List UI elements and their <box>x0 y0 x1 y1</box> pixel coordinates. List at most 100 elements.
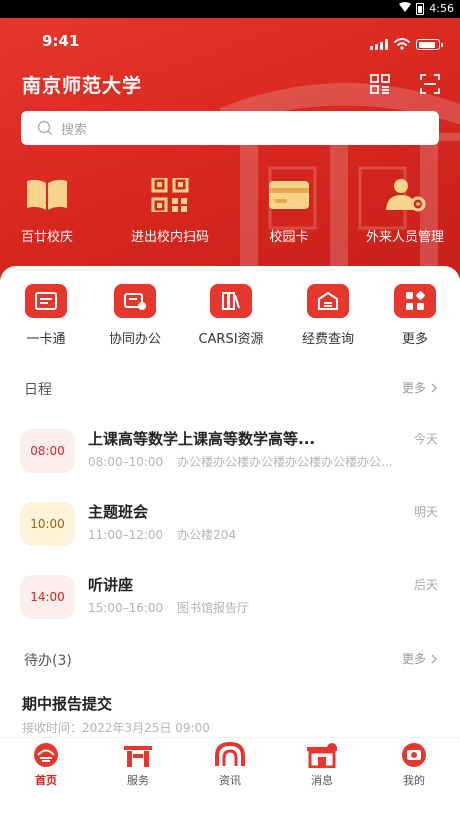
battery-icon <box>416 2 425 15</box>
todo-header: 待办(3) 更多 <box>0 650 460 670</box>
search-placeholder: 搜索 <box>61 122 88 138</box>
home-icon <box>34 743 58 767</box>
schedule-header: 日程 更多 <box>0 379 460 399</box>
user-gear-icon <box>386 179 426 212</box>
service-icon-box <box>307 284 349 318</box>
schedule-item-day: 后天 <box>413 578 438 592</box>
service-carsi[interactable]: CARSI资源 <box>185 284 277 347</box>
search-icon <box>37 120 53 136</box>
wifi-icon <box>399 2 412 15</box>
app-title: 南京师范大学 <box>22 75 143 97</box>
service-collab-office[interactable]: 协同办公 <box>89 284 181 347</box>
chevron-right-icon <box>431 654 437 663</box>
search-input[interactable]: 搜索 <box>21 111 439 145</box>
service-more[interactable]: 更多 <box>369 284 460 347</box>
home-indicator-area <box>0 795 460 817</box>
content-panel: 一卡通 协同办公 CARSI资源 经费查询 更多 日程 更多 08:00 上课高… <box>0 266 460 746</box>
schedule-item-range: 11:00–12:00 <box>88 528 164 542</box>
id-card-icon <box>35 292 57 310</box>
android-time: 4:56 <box>429 2 454 15</box>
service-icon-box <box>114 284 156 318</box>
schedule-time-pill: 14:00 <box>20 575 75 619</box>
card-icon <box>269 181 309 209</box>
tab-label: 服务 <box>127 774 149 787</box>
todo-more-link[interactable]: 更多 <box>402 650 438 667</box>
schedule-title: 日程 <box>24 382 52 398</box>
bottom-tab-bar: 首页 服务 资讯 消息 我的 <box>0 737 460 795</box>
qr-code-icon <box>151 178 189 212</box>
schedule-time-pill: 10:00 <box>20 502 75 546</box>
quick-action-label: 校园卡 <box>269 230 309 245</box>
unread-badge <box>327 743 337 753</box>
todo-item-title[interactable]: 期中报告提交 <box>22 693 112 714</box>
schedule-item-title: 上课高等数学上课高等数学高等... <box>88 430 316 448</box>
quick-action-label: 百廿校庆 <box>20 230 73 245</box>
tab-label: 资讯 <box>219 774 241 787</box>
service-one-card[interactable]: 一卡通 <box>0 284 92 347</box>
schedule-more-link[interactable]: 更多 <box>402 379 438 396</box>
schedule-item-range: 08:00–10:00 <box>88 455 164 469</box>
battery-icon <box>416 39 443 50</box>
scan-button[interactable] <box>418 72 442 96</box>
schedule-item-day: 明天 <box>413 505 438 519</box>
schedule-item[interactable]: 10:00 主题班会 11:00–12:00 办公楼204 明天 <box>0 496 460 556</box>
schedule-item-detail: 11:00–12:00 办公楼204 <box>88 526 433 543</box>
ios-status-icons <box>370 35 443 54</box>
service-icon-box <box>25 284 67 318</box>
schedule-time-pill: 08:00 <box>20 429 75 473</box>
service-label: 一卡通 <box>26 332 66 347</box>
schedule-item-range: 15:00–16:00 <box>88 601 164 615</box>
chevron-right-icon <box>431 383 437 392</box>
collab-icon <box>124 293 146 310</box>
fund-icon <box>318 291 338 310</box>
service-label: 经费查询 <box>301 332 354 347</box>
todo-more-label: 更多 <box>401 652 426 666</box>
news-icon <box>215 742 245 766</box>
schedule-item[interactable]: 14:00 听讲座 15:00–16:00 图书馆报告厅 后天 <box>0 569 460 629</box>
book-icon <box>27 179 67 210</box>
layout-button[interactable] <box>368 72 392 96</box>
todo-item-received: 接收时间：2022年3月25日 09:00 <box>22 721 210 735</box>
grid-icon <box>406 291 425 310</box>
todo-title: 待办(3) <box>24 653 72 669</box>
tab-label: 我的 <box>403 774 425 787</box>
quick-action-label: 进出校内扫码 <box>130 230 209 245</box>
schedule-item-title: 听讲座 <box>88 576 134 594</box>
hero-header: 9:41 南京师范大学 搜索 百廿校庆 进出校内扫码 校园卡 外来人员管理 <box>0 18 460 288</box>
schedule-item-detail: 15:00–16:00 图书馆报告厅 <box>88 599 433 616</box>
quick-action-campus-card[interactable]: 校园卡 <box>234 178 344 245</box>
android-status-bar: 4:56 <box>0 0 460 18</box>
service-fund-query[interactable]: 经费查询 <box>282 284 374 347</box>
apps-icon <box>370 74 390 94</box>
service-label: 更多 <box>401 332 428 347</box>
tab-label: 消息 <box>311 774 333 787</box>
tab-label: 首页 <box>35 774 57 787</box>
quick-action-scan-entry[interactable]: 进出校内扫码 <box>115 178 225 245</box>
schedule-item-place: 办公楼办公楼办公楼办公楼办公楼办公... <box>177 455 393 469</box>
schedule-item-title: 主题班会 <box>88 503 149 521</box>
tab-profile[interactable]: 我的 <box>379 742 449 788</box>
schedule-item[interactable]: 08:00 上课高等数学上课高等数学高等... 08:00–10:00 办公楼办公… <box>0 423 460 483</box>
books-icon <box>222 292 240 310</box>
signal-icon <box>370 39 388 50</box>
profile-icon <box>402 743 426 767</box>
wifi-icon <box>394 35 410 54</box>
quick-action-label: 外来人员管理 <box>365 230 444 245</box>
service-label: 协同办公 <box>108 332 161 347</box>
quick-action-anniversary[interactable]: 百廿校庆 <box>0 178 102 245</box>
tab-messages[interactable]: 消息 <box>287 742 357 788</box>
tab-service[interactable]: 服务 <box>103 742 173 788</box>
tab-news[interactable]: 资讯 <box>195 742 265 788</box>
quick-action-visitor-mgmt[interactable]: 外来人员管理 <box>350 178 460 245</box>
schedule-item-place: 图书馆报告厅 <box>177 601 250 615</box>
ios-time: 9:41 <box>42 32 80 50</box>
schedule-item-place: 办公楼204 <box>177 528 237 542</box>
schedule-item-day: 今天 <box>413 432 438 446</box>
service-icon-box <box>210 284 252 318</box>
schedule-more-label: 更多 <box>401 381 426 395</box>
tab-home[interactable]: 首页 <box>11 742 81 788</box>
service-icon <box>124 746 152 767</box>
schedule-item-detail: 08:00–10:00 办公楼办公楼办公楼办公楼办公楼办公... <box>88 453 433 470</box>
scan-icon <box>420 74 440 94</box>
service-label: CARSI资源 <box>198 332 264 347</box>
